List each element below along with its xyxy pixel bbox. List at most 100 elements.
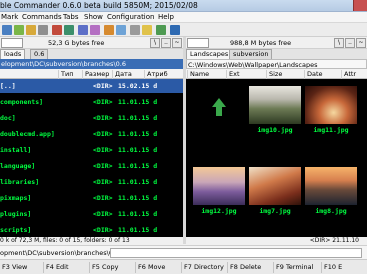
f9-terminal-button[interactable]: F9 Terminal [274, 262, 322, 273]
tab-subversion[interactable]: subversion [229, 49, 273, 59]
arch-image [305, 86, 357, 124]
col-attr[interactable]: Атриб [144, 70, 168, 79]
col-date-right[interactable]: Date [304, 70, 323, 79]
table-row[interactable]: doc] <DIR> 11.01.15 d [0, 111, 183, 125]
unpack-icon[interactable] [116, 25, 126, 35]
col-size[interactable]: Размер [82, 70, 109, 79]
thumbnail-img10[interactable]: img10.jpg [249, 86, 301, 134]
file-size: <DIR> [93, 226, 113, 234]
col-size-right[interactable]: Size [266, 70, 282, 79]
file-size: <DIR> [93, 146, 113, 154]
menu-mark[interactable]: Mark [1, 13, 18, 21]
menu-configuration[interactable]: Configuration [107, 13, 154, 21]
file-date: 11.01.15 d [118, 162, 158, 170]
toolbar [0, 23, 367, 37]
menu-tabs[interactable]: Tabs [63, 13, 79, 21]
ftp-icon[interactable] [156, 25, 166, 35]
table-row[interactable]: scripts] <DIR> 11.01.15 d [0, 223, 183, 237]
f7-directory-button[interactable]: F7 Directory [182, 262, 228, 273]
right-home-button[interactable]: ~ [356, 38, 366, 48]
left-free-space: 52,3 G bytes free [48, 39, 105, 47]
terminal-icon[interactable] [130, 25, 140, 35]
left-column-header: Тип Размер Дата Атриб [0, 69, 183, 79]
menu-commands[interactable]: Commands [22, 13, 62, 21]
function-key-bar: F3 View F4 Edit F5 Copy F6 Move F7 Direc… [0, 259, 367, 274]
right-thumbnail-view[interactable]: img10.jpg img11.jpg img12.jpg img7.jpg i… [186, 79, 367, 237]
table-row[interactable]: install] <DIR> 11.01.15 d [0, 143, 183, 157]
thumbnail-caption: img11.jpg [313, 126, 349, 134]
col-date[interactable]: Дата [112, 70, 132, 79]
thumbnail-img12[interactable]: img12.jpg [193, 167, 245, 215]
full-view-icon[interactable] [26, 25, 36, 35]
f3-view-button[interactable]: F3 View [0, 262, 44, 273]
f5-copy-button[interactable]: F5 Copy [90, 262, 136, 273]
folder-icon[interactable] [142, 25, 152, 35]
left-tab-row: loads 0.6 [0, 49, 183, 59]
file-date: 11.01.15 d [118, 146, 158, 154]
table-row[interactable]: language] <DIR> 11.01.15 d [0, 159, 183, 173]
file-date: 11.01.15 d [118, 130, 158, 138]
menu-help[interactable]: Help [158, 13, 174, 21]
title-bar: ble Commander 0.6.0 beta build 5850M; 20… [0, 0, 367, 12]
col-type[interactable]: Тип [58, 70, 73, 79]
close-window-button[interactable] [353, 0, 367, 11]
help-icon[interactable] [170, 25, 180, 35]
col-name[interactable]: Name [187, 70, 209, 79]
thumbnail-img11[interactable]: img11.jpg [305, 86, 357, 134]
search-icon[interactable] [78, 25, 88, 35]
table-row[interactable]: pixmaps] <DIR> 11.01.15 d [0, 191, 183, 205]
thumbnail-img7[interactable]: img7.jpg [249, 167, 301, 215]
right-column-header: Name Ext Size Date Attr [186, 69, 367, 79]
thumbnail-caption: img10.jpg [257, 126, 293, 134]
right-tab-row: Landscapes subversion [186, 49, 367, 59]
file-size: <DIR> [93, 114, 113, 122]
thumbnail-caption: img12.jpg [201, 207, 237, 215]
thumbnail-img8[interactable]: img8.jpg [305, 167, 357, 215]
f4-edit-button[interactable]: F4 Edit [44, 262, 90, 273]
sync-icon[interactable] [64, 25, 74, 35]
table-row[interactable]: [..] <DIR> 15.02.15 d [0, 79, 183, 93]
menu-bar: Mark Commands Tabs Show Configuration He… [0, 12, 367, 23]
file-name: [..] [0, 82, 16, 90]
table-row[interactable]: libraries] <DIR> 11.01.15 d [0, 175, 183, 189]
pack-icon[interactable] [104, 25, 114, 35]
file-name: doc] [0, 114, 16, 122]
right-up-button[interactable]: .. [345, 38, 355, 48]
refresh-icon[interactable] [2, 25, 12, 35]
file-name: language] [0, 162, 36, 170]
table-row[interactable]: doublecmd.app] <DIR> 11.01.15 d [0, 127, 183, 141]
right-free-space: 988,8 M bytes free [230, 39, 292, 47]
file-date: 11.01.15 d [118, 178, 158, 186]
left-drive-bar: 52,3 G bytes free \ .. ~ [0, 37, 183, 49]
left-drive-select[interactable] [1, 38, 23, 48]
tab-landscapes[interactable]: Landscapes [186, 49, 233, 59]
f6-move-button[interactable]: F6 Move [136, 262, 182, 273]
table-row[interactable]: plugins] <DIR> 11.01.15 d [0, 207, 183, 221]
left-file-list[interactable]: [..] <DIR> 15.02.15 d components] <DIR> … [0, 79, 183, 237]
tab-0-6[interactable]: 0.6 [30, 49, 49, 59]
f8-delete-button[interactable]: F8 Delete [228, 262, 274, 273]
thumbnail-up[interactable] [193, 89, 245, 127]
thumbnail-view-icon[interactable] [38, 25, 48, 35]
left-path[interactable]: elopment\DC\subversion\branches\0.6 [0, 59, 183, 69]
left-home-button[interactable]: ~ [172, 38, 182, 48]
tab-loads[interactable]: loads [0, 49, 26, 59]
command-line: opment\DC\subversion\branches\0.6> [0, 245, 367, 259]
menu-show[interactable]: Show [84, 13, 103, 21]
file-date: 11.01.15 d [118, 98, 158, 106]
file-name: pixmaps] [0, 194, 32, 202]
file-name: libraries] [0, 178, 40, 186]
f10-exit-button[interactable]: F10 E [322, 262, 367, 273]
compare-icon[interactable] [52, 25, 62, 35]
command-input[interactable] [110, 248, 362, 258]
rename-icon[interactable] [90, 25, 100, 35]
left-root-button[interactable]: \ [150, 38, 160, 48]
col-ext[interactable]: Ext [226, 70, 240, 79]
right-drive-select[interactable] [187, 38, 209, 48]
table-row[interactable]: components] <DIR> 11.01.15 d [0, 95, 183, 109]
col-attr-right[interactable]: Attr [341, 70, 356, 79]
left-up-button[interactable]: .. [161, 38, 171, 48]
right-path[interactable]: C:\Windows\Web\Wallpaper\Landscapes [186, 59, 367, 69]
right-root-button[interactable]: \ [334, 38, 344, 48]
brief-view-icon[interactable] [14, 25, 24, 35]
